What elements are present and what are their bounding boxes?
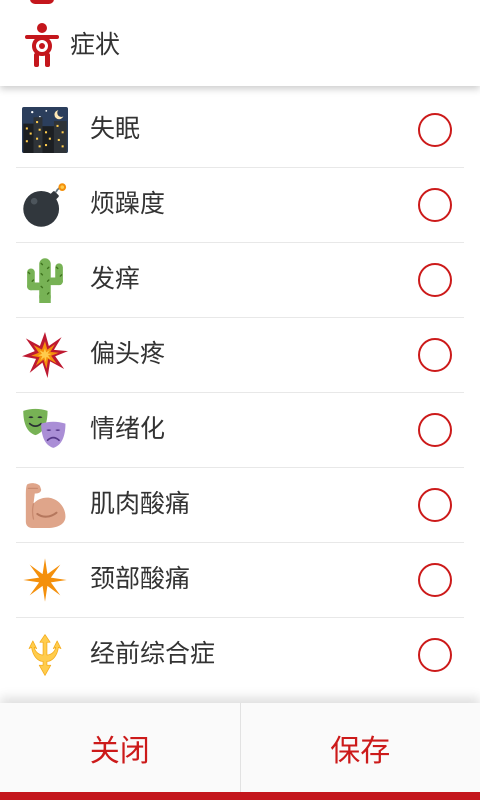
collision-icon bbox=[22, 332, 68, 378]
eight-pointed-star-icon bbox=[22, 557, 68, 603]
symptom-radio[interactable] bbox=[418, 563, 452, 597]
symptom-dialog: 症状 失眠 烦躁度 发痒 偏头疼 情绪化 肌肉酸痛 颈部酸痛 经前综合症 关闭 … bbox=[0, 0, 480, 800]
city-night-icon bbox=[22, 107, 68, 153]
symptom-radio[interactable] bbox=[418, 263, 452, 297]
flexed-biceps-icon bbox=[22, 482, 68, 528]
symptom-item[interactable]: 颈部酸痛 bbox=[16, 543, 464, 618]
symptom-radio[interactable] bbox=[418, 413, 452, 447]
save-button[interactable]: 保存 bbox=[241, 703, 480, 792]
dialog-title: 症状 bbox=[70, 30, 121, 59]
symptom-list: 失眠 烦躁度 发痒 偏头疼 情绪化 肌肉酸痛 颈部酸痛 经前综合症 bbox=[16, 93, 464, 693]
symptom-label: 情绪化 bbox=[90, 414, 166, 443]
symptom-label: 颈部酸痛 bbox=[90, 564, 191, 593]
theater-masks-icon bbox=[22, 407, 68, 453]
background-app-fragment bbox=[30, 0, 54, 4]
symptom-label: 失眠 bbox=[90, 114, 141, 143]
symptom-radio[interactable] bbox=[418, 113, 452, 147]
symptom-item[interactable]: 情绪化 bbox=[16, 393, 464, 468]
bomb-icon bbox=[22, 182, 68, 228]
cactus-icon bbox=[22, 257, 68, 303]
symptom-radio[interactable] bbox=[418, 488, 452, 522]
symptom-radio[interactable] bbox=[418, 638, 452, 672]
symptom-item[interactable]: 失眠 bbox=[16, 93, 464, 168]
symptom-label: 肌肉酸痛 bbox=[90, 489, 191, 518]
trident-emblem-icon bbox=[22, 632, 68, 678]
symptom-label: 偏头疼 bbox=[90, 339, 166, 368]
symptom-item[interactable]: 烦躁度 bbox=[16, 168, 464, 243]
symptom-label: 经前综合症 bbox=[90, 639, 216, 668]
symptom-radio[interactable] bbox=[418, 338, 452, 372]
dialog-header: 症状 bbox=[0, 0, 480, 86]
symptom-label: 发痒 bbox=[90, 264, 141, 293]
symptom-item[interactable]: 经前综合症 bbox=[16, 618, 464, 693]
symptom-item[interactable]: 发痒 bbox=[16, 243, 464, 318]
symptom-label: 烦躁度 bbox=[90, 189, 166, 218]
symptom-item[interactable]: 肌肉酸痛 bbox=[16, 468, 464, 543]
person-magnifier-icon bbox=[22, 23, 62, 67]
symptom-item[interactable]: 偏头疼 bbox=[16, 318, 464, 393]
close-button[interactable]: 关闭 bbox=[0, 703, 240, 792]
symptom-radio[interactable] bbox=[418, 188, 452, 222]
bottom-accent-strip bbox=[0, 792, 480, 800]
dialog-footer: 关闭 保存 bbox=[0, 703, 480, 792]
